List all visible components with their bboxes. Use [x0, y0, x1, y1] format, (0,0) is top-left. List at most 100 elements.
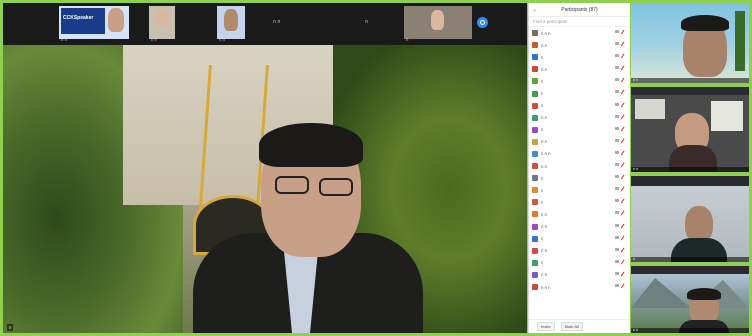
mic-muted-icon: [620, 235, 627, 242]
next-page-icon[interactable]: [477, 17, 488, 28]
participant-name: ก: [541, 236, 544, 242]
collapse-chevron-icon[interactable]: ⌄: [532, 6, 537, 13]
gallery-tile-2[interactable]: ก ก: [631, 87, 749, 172]
speaker-name-label: ก: [7, 324, 14, 331]
participant-row[interactable]: ก ก: [532, 208, 627, 220]
participant-name: ก ก: [541, 248, 547, 254]
participant-avatar: [532, 138, 538, 145]
participant-name: ก: [541, 91, 544, 97]
participant-name: ก ก: [541, 163, 547, 169]
video-off-icon: [615, 54, 619, 58]
mic-muted-icon: [620, 247, 627, 254]
participant-name: ก: [541, 175, 544, 181]
participant-name: ก ก: [541, 115, 547, 121]
mic-muted-icon: [620, 223, 627, 229]
participant-avatar: [532, 211, 538, 218]
participant-row[interactable]: ก: [532, 184, 627, 196]
video-off-icon: [615, 126, 619, 130]
video-off-icon: [615, 42, 619, 46]
participant-avatar: [532, 259, 538, 266]
video-thumbnail-participant-3[interactable]: ก ก: [217, 6, 245, 42]
participant-name: ก ก: [541, 139, 547, 145]
participant-status-icons: [615, 186, 627, 193]
main-stage: CCKSpeaker ก ก ก ก ก ก ก ก ก ก ก: [3, 3, 527, 333]
participant-avatar: [532, 90, 538, 97]
video-off-icon: [615, 66, 619, 70]
video-thumbnail-strip: CCKSpeaker ก ก ก ก ก ก ก ก ก ก: [3, 3, 527, 45]
participant-row[interactable]: ก: [532, 172, 627, 184]
participant-row[interactable]: ก ก: [532, 160, 627, 172]
mic-muted-icon: [620, 198, 627, 205]
participant-row[interactable]: ก ก ก: [532, 148, 627, 160]
participant-row[interactable]: ก: [532, 87, 627, 99]
mute-all-button[interactable]: Mute All: [560, 322, 583, 331]
mic-muted-icon: [620, 90, 627, 96]
participant-hair: [687, 288, 721, 300]
participant-row[interactable]: ก ก ก: [532, 27, 627, 39]
participant-row[interactable]: ก ก: [532, 112, 627, 124]
gallery-tile-3[interactable]: ก: [631, 176, 749, 262]
participant-row[interactable]: ก: [532, 124, 627, 136]
thumbnail-label: ก ก: [151, 37, 157, 42]
participant-list: ก ก กก กกก กกกกก กกก กก ก กก กกกกก กก กก…: [529, 27, 630, 293]
participant-row[interactable]: ก: [532, 196, 627, 208]
gallery-tile-1[interactable]: ก ก: [631, 3, 749, 83]
participant-name: ก ก ก: [541, 151, 551, 157]
participant-status-icons: [615, 41, 627, 48]
video-off-icon: [615, 271, 619, 275]
participant-name: ก ก: [541, 66, 547, 72]
participant-row[interactable]: ก: [532, 75, 627, 87]
participant-status-icons: [615, 247, 627, 254]
participant-avatar: [532, 114, 538, 121]
palm-tree: [735, 11, 745, 71]
video-thumbnail-participant-2[interactable]: ก ก: [149, 6, 175, 42]
participant-row[interactable]: ก ก: [532, 269, 627, 281]
participant-name: ก: [541, 78, 544, 84]
participant-name: ก ก: [541, 272, 547, 278]
participant-name: ก ก ก: [541, 284, 551, 290]
thumbnail-label: ก ก: [219, 37, 225, 42]
invite-button[interactable]: Invite: [537, 322, 555, 331]
video-thumbnail-participant-6[interactable]: ก: [404, 6, 472, 42]
mic-muted-icon: [620, 138, 627, 145]
tile-name-label: ก ก: [633, 328, 639, 332]
participant-avatar: [532, 163, 538, 170]
participant-avatar: [532, 223, 538, 230]
participant-row[interactable]: ก ก: [532, 63, 627, 75]
participant-avatar: [532, 284, 538, 291]
video-off-icon: [615, 283, 619, 287]
mic-muted-icon: [620, 77, 627, 84]
video-off-icon: [615, 235, 619, 239]
video-thumbnail-name-5[interactable]: ก: [365, 18, 368, 26]
participant-row[interactable]: ก ก: [532, 221, 627, 233]
participant-status-icons: [615, 90, 627, 96]
participant-row[interactable]: ก: [532, 51, 627, 63]
participant-row[interactable]: ก ก ก: [532, 281, 627, 293]
tile-header-strip: [631, 176, 749, 186]
video-off-icon: [615, 138, 619, 142]
participant-avatar: [532, 247, 538, 254]
participant-status-icons: [615, 223, 627, 229]
participant-row[interactable]: ก: [532, 233, 627, 245]
participant-avatar: [532, 42, 538, 49]
participant-search-input[interactable]: Find a participant: [529, 17, 630, 27]
participant-name: ก: [541, 103, 544, 109]
participant-avatar: [532, 175, 538, 182]
participant-name: ก: [541, 187, 544, 193]
glasses-right-lens: [319, 178, 353, 196]
tile-name-label: ก: [633, 257, 636, 261]
participant-name: ก ก: [541, 211, 547, 217]
participant-face: [685, 206, 713, 242]
gallery-tile-4[interactable]: ก ก: [631, 266, 749, 333]
participant-status-icons: [615, 126, 627, 133]
participant-row[interactable]: ก ก: [532, 245, 627, 257]
video-thumbnail-name-4[interactable]: ก ก: [273, 18, 280, 26]
participant-row[interactable]: ก ก: [532, 136, 627, 148]
video-off-icon: [615, 199, 619, 203]
participant-row[interactable]: ก: [532, 257, 627, 269]
video-thumbnail-slide[interactable]: CCKSpeaker ก ก: [59, 6, 129, 42]
participant-row[interactable]: ก ก: [532, 39, 627, 51]
participant-row[interactable]: ก: [532, 100, 627, 112]
tile-header-strip: [631, 87, 749, 95]
participant-name: ก ก: [541, 42, 547, 48]
